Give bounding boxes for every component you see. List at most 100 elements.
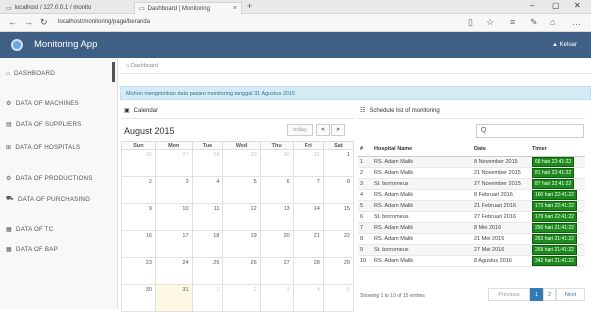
calendar-today-button[interactable]: today xyxy=(287,124,313,136)
calendar-day-cell[interactable]: 14 xyxy=(292,203,324,231)
sidebar-item-bap[interactable]: ▦ DATA OF BAP xyxy=(6,246,58,253)
calendar-day-cell[interactable]: 3 xyxy=(154,176,193,204)
calendar-weekday-header: Tue xyxy=(191,141,224,150)
address-bar: ← → ↻ localhost/monitoring/page/beranda … xyxy=(0,14,591,32)
calendar-prev-button[interactable]: < xyxy=(316,124,330,136)
pagination-page-1[interactable]: 1 xyxy=(530,288,543,301)
pagination-next[interactable]: Next xyxy=(556,288,585,301)
sidebar-item-label: DATA OF TC xyxy=(16,226,54,233)
calendar-day-cell[interactable]: 26 xyxy=(222,257,261,285)
app-title[interactable]: Monitoring App xyxy=(34,39,97,50)
calendar-day-cell[interactable]: 12 xyxy=(222,203,261,231)
calendar-day-cell[interactable]: 4 xyxy=(191,176,224,204)
calendar-day-cell[interactable]: 10 xyxy=(154,203,193,231)
calendar-day-cell[interactable]: 27 xyxy=(154,149,193,177)
logout-link[interactable]: ▲ Keluar xyxy=(552,42,577,48)
calendar-weekday-header: Wed xyxy=(222,141,261,150)
calendar-day-cell[interactable]: 1 xyxy=(322,149,355,177)
close-window-icon[interactable]: ✕ xyxy=(574,1,581,10)
calendar-day-cell[interactable]: 18 xyxy=(191,230,224,258)
calendar-day-cell[interactable]: 25 xyxy=(191,257,224,285)
column-header-hospital[interactable]: Hospital Name xyxy=(372,143,472,157)
calendar-day-cell[interactable]: 26 xyxy=(121,149,156,177)
calendar-week-row: 30 31 1 2 3 4 5 xyxy=(121,284,355,312)
url-field[interactable]: localhost/monitoring/page/beranda xyxy=(58,19,150,25)
calendar-day-cell[interactable]: 6 xyxy=(259,176,294,204)
column-header-number[interactable]: # xyxy=(358,143,372,157)
calendar-day-cell[interactable]: 3 xyxy=(259,284,294,312)
refresh-icon[interactable]: ↻ xyxy=(40,17,48,28)
more-icon[interactable]: … xyxy=(572,17,581,27)
column-header-date[interactable]: Date xyxy=(472,143,530,157)
calendar-next-button[interactable]: > xyxy=(331,124,345,136)
row-number-cell: 8 xyxy=(358,233,372,245)
calendar-day-cell[interactable]: 2 xyxy=(121,176,156,204)
pagination-page-2[interactable]: 2 xyxy=(543,288,556,301)
calendar-day-cell[interactable]: 11 xyxy=(191,203,224,231)
pagination-previous[interactable]: Previous xyxy=(488,288,530,301)
calendar-day-cell[interactable]: 29 xyxy=(322,257,355,285)
calendar-day-cell[interactable]: 24 xyxy=(154,257,193,285)
row-number-cell: 7 xyxy=(358,222,372,234)
calendar-day-cell[interactable]: 23 xyxy=(121,257,156,285)
browser-tab-dashboard[interactable]: ▭ Dashboard | Monitoring × xyxy=(134,2,242,14)
table-row: 8 RS. Adam Malik 21 Mei 2016 263 hari 21:41… xyxy=(358,233,585,245)
column-header-timer[interactable]: Timer xyxy=(530,143,585,157)
calendar-day-cell[interactable]: 30 xyxy=(259,149,294,177)
sidebar-item-suppliers[interactable]: ▤ DATA OF SUPPLIERS xyxy=(6,121,81,128)
back-icon[interactable]: ← xyxy=(8,17,17,27)
sidebar-item-label: DATA OF SUPPLIERS xyxy=(16,121,82,128)
web-note-icon[interactable]: ✎ xyxy=(530,17,538,28)
sidebar-item-dashboard[interactable]: ⌂ DASHBOARD xyxy=(6,70,55,77)
share-icon[interactable]: ⌂ xyxy=(550,17,555,27)
calendar-day-cell[interactable]: 8 xyxy=(322,176,355,204)
calendar-day-cell[interactable]: 28 xyxy=(191,149,224,177)
table-row: 5 RS. Adam Malik 21 Februari 2016 173 hari … xyxy=(358,200,585,212)
calendar-day-cell[interactable]: 13 xyxy=(259,203,294,231)
calendar-day-cell[interactable]: 22 xyxy=(322,230,355,258)
calendar-day-cell[interactable]: 27 xyxy=(259,257,294,285)
calendar-day-cell[interactable]: 15 xyxy=(322,203,355,231)
calendar-day-cell[interactable]: 31 xyxy=(154,284,193,312)
new-tab-button[interactable]: + xyxy=(247,1,252,11)
browser-tab-phpmyadmin[interactable]: ▭ localhost / 127.0.0.1 / monito xyxy=(2,2,132,14)
sidebar-item-label: DASHBOARD xyxy=(13,70,55,77)
calendar-day-cell[interactable]: 20 xyxy=(259,230,294,258)
maximize-icon[interactable]: ▢ xyxy=(552,1,560,10)
calendar-day-cell[interactable]: 17 xyxy=(154,230,193,258)
calendar-day-cell[interactable]: 30 xyxy=(121,284,156,312)
sidebar-item-productions[interactable]: ⚙ DATA OF PRODUCTIONS xyxy=(6,175,93,182)
calendar-day-cell[interactable]: 21 xyxy=(292,230,324,258)
close-tab-icon[interactable]: × xyxy=(233,5,237,12)
sidebar-item-hospitals[interactable]: ⊞ DATA OF HOSPITALS xyxy=(6,144,80,151)
sidebar-item-tc[interactable]: ▦ DATA OF TC xyxy=(6,226,53,233)
hospital-name-cell: RS. Adam Malik xyxy=(372,255,472,267)
schedule-search-input[interactable]: Q xyxy=(476,124,584,138)
calendar-day-cell[interactable]: 1 xyxy=(191,284,224,312)
schedule-header-row: # Hospital Name Date Timer xyxy=(358,143,585,157)
calendar-day-cell[interactable]: 7 xyxy=(292,176,324,204)
reading-view-icon[interactable]: ▯ xyxy=(468,17,473,28)
timer-badge: 179 hari 22:41:22 xyxy=(532,211,577,222)
calendar-day-cell[interactable]: 16 xyxy=(121,230,156,258)
calendar-day-cell[interactable]: 4 xyxy=(292,284,324,312)
calendar-day-cell[interactable]: 2 xyxy=(222,284,261,312)
calendar-day-cell[interactable]: 19 xyxy=(222,230,261,258)
app-logo-icon xyxy=(11,39,23,51)
forward-icon[interactable]: → xyxy=(24,17,33,27)
calendar-day-cell[interactable]: 28 xyxy=(292,257,324,285)
sidebar-item-machines[interactable]: ⚙ DATA OF MACHINES xyxy=(6,100,79,107)
minimize-icon[interactable]: – xyxy=(530,1,534,10)
hub-icon[interactable]: ≡ xyxy=(510,17,515,27)
calendar-day-cell[interactable]: 9 xyxy=(121,203,156,231)
calendar-day-cell[interactable]: 5 xyxy=(322,284,355,312)
calendar-day-cell[interactable]: 5 xyxy=(222,176,261,204)
calendar-day-cell[interactable]: 29 xyxy=(222,149,261,177)
sidebar-item-purchasing[interactable]: ⛟ DATA OF PURCHASING xyxy=(6,195,90,203)
favorite-star-icon[interactable]: ☆ xyxy=(486,17,494,28)
date-cell: 27 November 2015 xyxy=(472,178,530,190)
calendar-day-cell[interactable]: 31 xyxy=(292,149,324,177)
schedule-table: # Hospital Name Date Timer 1 RS. Adam Mal… xyxy=(358,143,585,267)
hospital-name-cell: RS. Adam Malik xyxy=(372,233,472,245)
breadcrumb-current[interactable]: Dashboard xyxy=(131,63,158,69)
